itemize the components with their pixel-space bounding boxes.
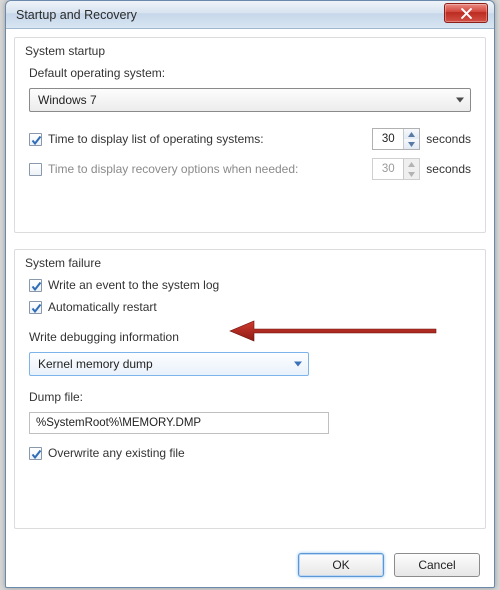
dump-file-value: %SystemRoot%\MEMORY.DMP [36, 417, 201, 429]
display-recovery-value: 30 [373, 159, 403, 179]
chevron-down-icon [294, 362, 302, 367]
display-recovery-spinner: 30 [372, 158, 420, 180]
spinner-down-button[interactable] [404, 139, 419, 149]
default-os-value: Windows 7 [38, 93, 97, 107]
dump-file-input[interactable]: %SystemRoot%\MEMORY.DMP [29, 412, 329, 434]
ok-button[interactable]: OK [298, 553, 384, 577]
display-os-list-value: 30 [373, 129, 403, 149]
display-os-list-spinner[interactable]: 30 [372, 128, 420, 150]
system-failure-label: System failure [25, 256, 101, 270]
write-debug-label: Write debugging information [29, 330, 179, 344]
window-title: Startup and Recovery [16, 8, 137, 22]
auto-restart-label: Automatically restart [48, 300, 157, 314]
spinner-down-button-disabled [404, 169, 419, 179]
dump-file-label: Dump file: [29, 390, 83, 404]
display-os-list-label: Time to display list of operating system… [48, 132, 366, 146]
auto-restart-checkbox[interactable] [29, 301, 42, 314]
spinner-up-button[interactable] [404, 129, 419, 139]
close-button[interactable] [444, 3, 488, 23]
startup-recovery-dialog: Startup and Recovery System startup Defa… [5, 0, 495, 588]
close-icon [461, 8, 472, 19]
titlebar[interactable]: Startup and Recovery [6, 1, 494, 29]
system-startup-group: System startup Default operating system:… [14, 37, 486, 233]
display-recovery-label: Time to display recovery options when ne… [48, 162, 366, 176]
seconds-label-2: seconds [426, 162, 471, 176]
system-startup-label: System startup [25, 44, 105, 58]
spinner-up-button-disabled [404, 159, 419, 169]
cancel-button[interactable]: Cancel [394, 553, 480, 577]
system-failure-group: System failure Write an event to the sys… [14, 249, 486, 529]
seconds-label-1: seconds [426, 132, 471, 146]
overwrite-label: Overwrite any existing file [48, 446, 185, 460]
overwrite-checkbox[interactable] [29, 447, 42, 460]
write-event-label: Write an event to the system log [48, 278, 219, 292]
display-recovery-checkbox[interactable] [29, 163, 42, 176]
write-event-checkbox[interactable] [29, 279, 42, 292]
dump-type-select[interactable]: Kernel memory dump [29, 352, 309, 376]
chevron-down-icon [456, 98, 464, 103]
default-os-label: Default operating system: [29, 66, 165, 80]
button-bar: OK Cancel [298, 553, 480, 577]
default-os-select[interactable]: Windows 7 [29, 88, 471, 112]
display-os-list-checkbox[interactable] [29, 133, 42, 146]
dump-type-value: Kernel memory dump [38, 357, 153, 371]
